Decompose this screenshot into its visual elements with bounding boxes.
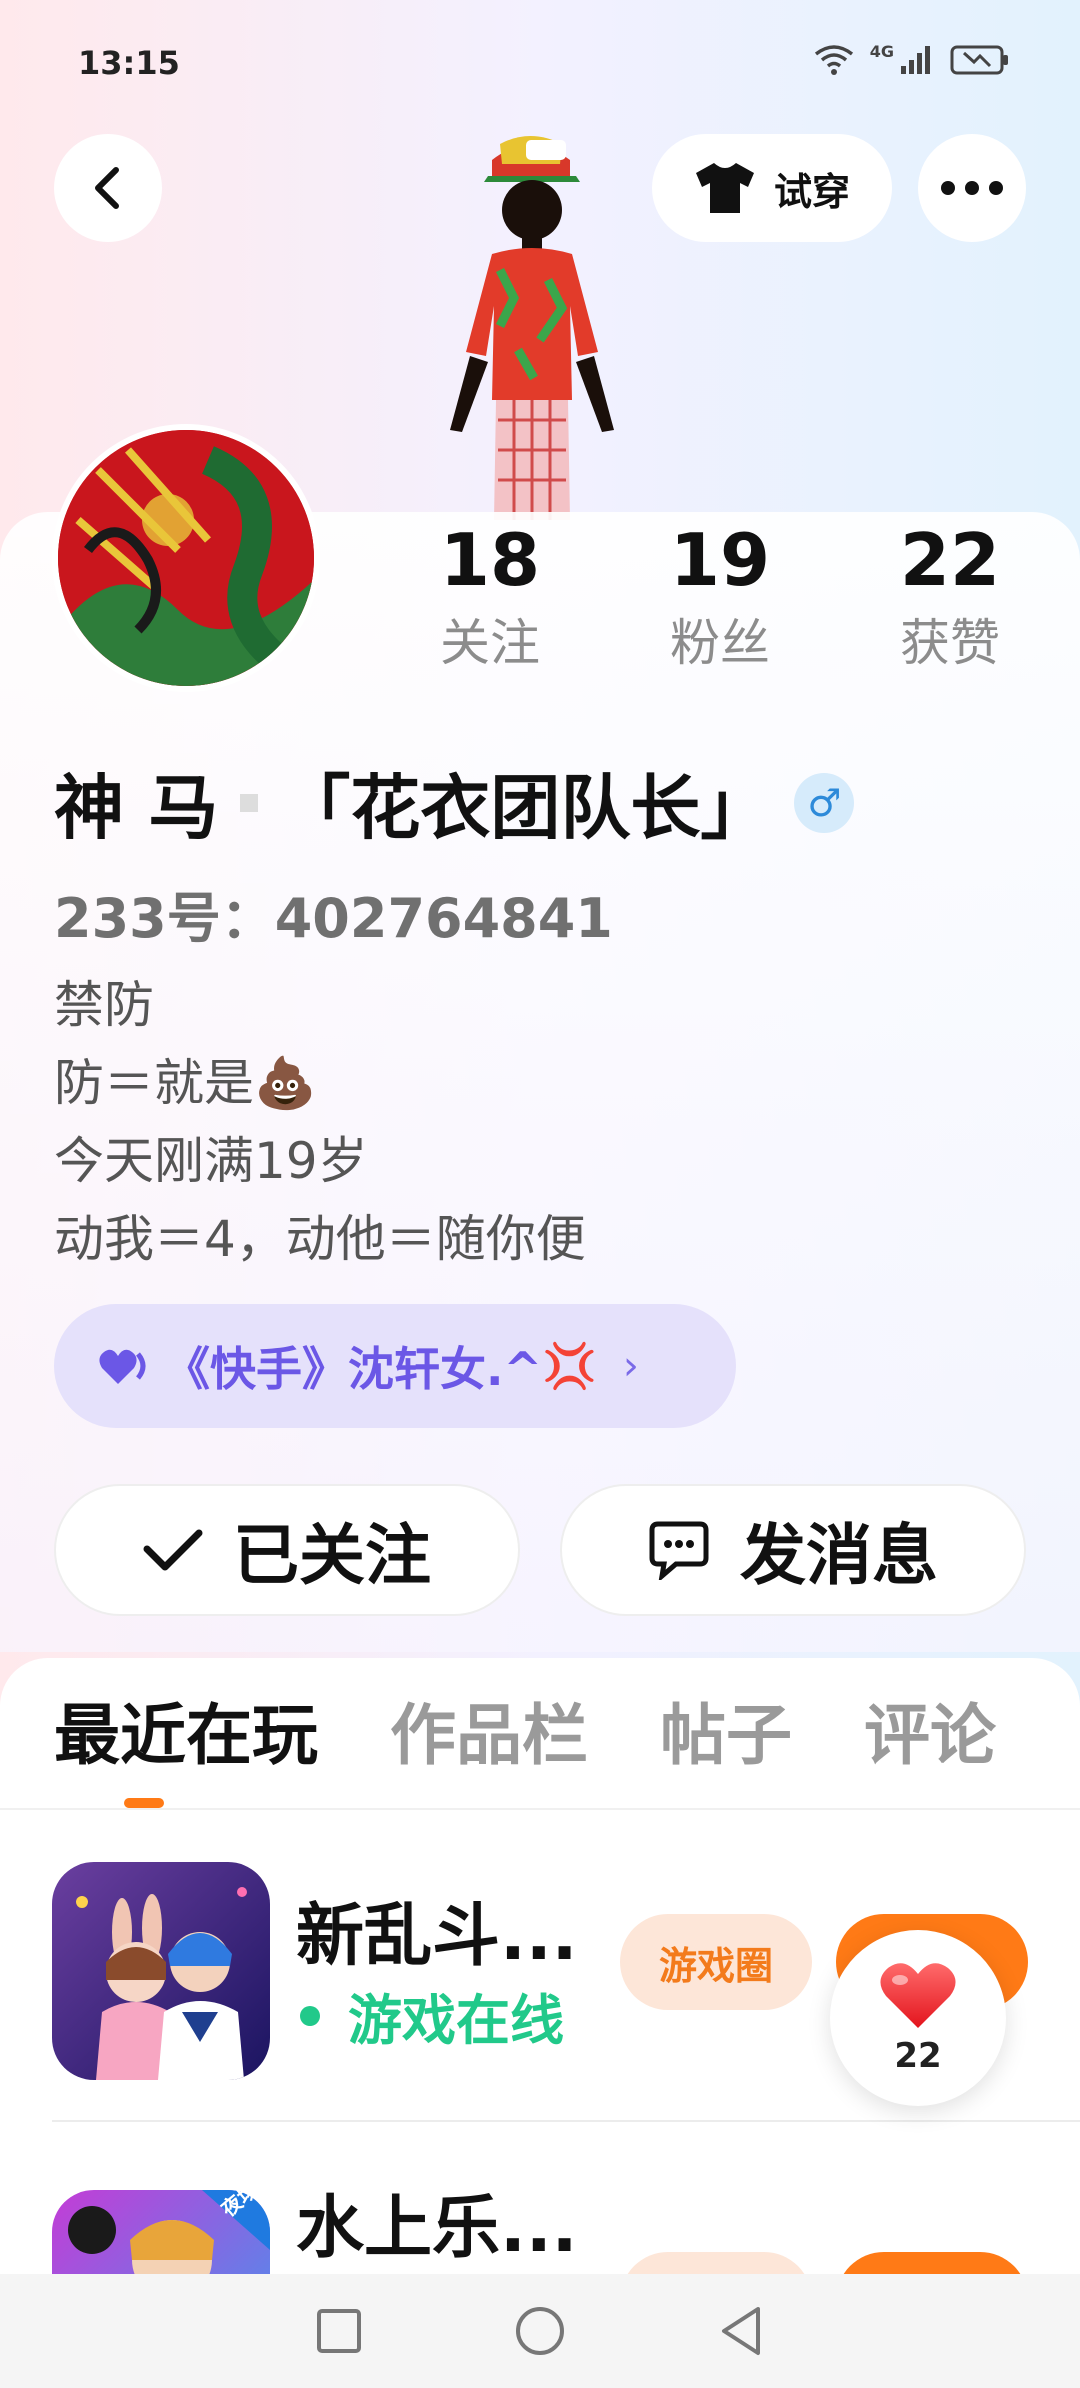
chevron-right-icon: › — [622, 1343, 639, 1389]
online-status-label: 游戏在线 — [348, 1989, 564, 2052]
stat-following-label: 关注 — [440, 614, 540, 672]
back-triangle-icon[interactable] — [718, 2305, 764, 2357]
game-online-status: 游戏在线 — [300, 1976, 564, 2055]
game-title: 水上乐... — [296, 2190, 578, 2268]
send-message-button[interactable]: 发消息 — [560, 1484, 1026, 1616]
bio-line: 动我＝4，动他＝随你便 — [54, 1210, 586, 1268]
heart-icon — [880, 1963, 956, 2028]
profile-avatar[interactable] — [52, 424, 320, 692]
gender-male-icon: ♂ — [794, 772, 855, 833]
stat-following[interactable]: 18 关注 — [390, 516, 590, 678]
status-bar: 13:15 4G — [0, 0, 1080, 120]
wifi-icon — [814, 45, 853, 75]
anger-emoji-icon: 💢 — [542, 1341, 597, 1392]
stat-followers-label: 粉丝 — [670, 614, 770, 672]
more-dots-icon — [941, 181, 1003, 195]
status-icons: 4G — [814, 41, 1010, 76]
username-title: 「花衣团队长」 — [280, 767, 771, 849]
game-icon — [52, 1862, 270, 2080]
play-game-button[interactable] — [836, 2252, 1028, 2274]
bio-line-text: 防＝就是 — [54, 1054, 254, 1112]
stat-followers[interactable]: 19 粉丝 — [620, 516, 820, 678]
recent-apps-square-icon[interactable] — [316, 2308, 362, 2354]
try-on-label: 试穿 — [773, 169, 850, 214]
linked-account-text: 《快手》沈轩女.^ — [164, 1342, 543, 1396]
following-button[interactable]: 已关注 — [54, 1484, 520, 1616]
username-row: 神 马 「花衣团队长」 ♂ — [54, 752, 855, 853]
game-list-item[interactable]: 夜场版 水上乐... — [52, 2190, 1080, 2274]
online-dot-icon — [300, 2005, 320, 2026]
active-tab-indicator — [124, 1798, 164, 1808]
tab-works[interactable]: 作品栏 — [390, 1688, 588, 1784]
tab-divider — [0, 1808, 1080, 1810]
stat-following-value: 18 — [439, 518, 541, 602]
like-count: 22 — [894, 2036, 942, 2076]
poop-emoji-icon: 💩 — [254, 1054, 317, 1112]
row-divider — [52, 2120, 1080, 2122]
tab-recently-played[interactable]: 最近在玩 — [54, 1688, 318, 1784]
more-options-button[interactable] — [918, 134, 1026, 242]
stat-likes[interactable]: 22 获赞 — [850, 516, 1050, 678]
back-arrow-icon — [95, 167, 119, 209]
send-message-label: 发消息 — [740, 1517, 938, 1594]
username-prefix: 神 马 — [54, 767, 219, 849]
like-button[interactable]: 22 — [830, 1930, 1006, 2106]
game-circle-button[interactable]: 游戏圈 — [620, 1914, 812, 2010]
stat-likes-value: 22 — [899, 518, 1001, 602]
checkmark-icon — [143, 1529, 203, 1571]
status-time: 13:15 — [78, 44, 180, 82]
message-bubble-icon — [649, 1521, 709, 1580]
tab-bar: 最近在玩 作品栏 帖子 评论 — [54, 1688, 1068, 1784]
heart-link-icon — [99, 1349, 146, 1384]
back-button[interactable] — [54, 134, 162, 242]
game-circle-label: 游戏圈 — [658, 1943, 773, 1988]
user-id[interactable]: 233号：402764841 — [54, 874, 613, 953]
tab-comments[interactable]: 评论 — [864, 1688, 996, 1784]
network-type-label: 4G — [869, 41, 894, 61]
bio-line: 禁防 — [54, 976, 154, 1034]
system-nav-bar — [0, 2274, 1080, 2388]
tshirt-icon — [695, 163, 754, 213]
signal-icon — [901, 46, 930, 74]
gender-symbol: ♂ — [807, 780, 842, 825]
avatar-3d-figure[interactable] — [430, 130, 630, 520]
bio-line: 防＝就是 💩 — [54, 1044, 586, 1122]
game-title: 新乱斗... — [296, 1897, 578, 1976]
following-label: 已关注 — [233, 1517, 431, 1594]
avatar-image — [58, 430, 314, 686]
linked-account-pill[interactable]: 《快手》沈轩女.^ 💢 › — [54, 1304, 736, 1428]
tab-posts[interactable]: 帖子 — [660, 1688, 792, 1784]
bio: 禁防 防＝就是 💩 今天刚满19岁 动我＝4，动他＝随你便 — [54, 966, 586, 1278]
name-separator-dot — [240, 793, 259, 812]
battery-icon — [950, 45, 1008, 75]
game-circle-button[interactable] — [620, 2252, 812, 2274]
stat-likes-label: 获赞 — [900, 614, 1000, 672]
bio-line: 今天刚满19岁 — [54, 1132, 368, 1190]
stat-followers-value: 19 — [669, 518, 771, 602]
try-on-button[interactable]: 试穿 — [652, 134, 892, 242]
home-circle-icon[interactable] — [514, 2305, 566, 2357]
